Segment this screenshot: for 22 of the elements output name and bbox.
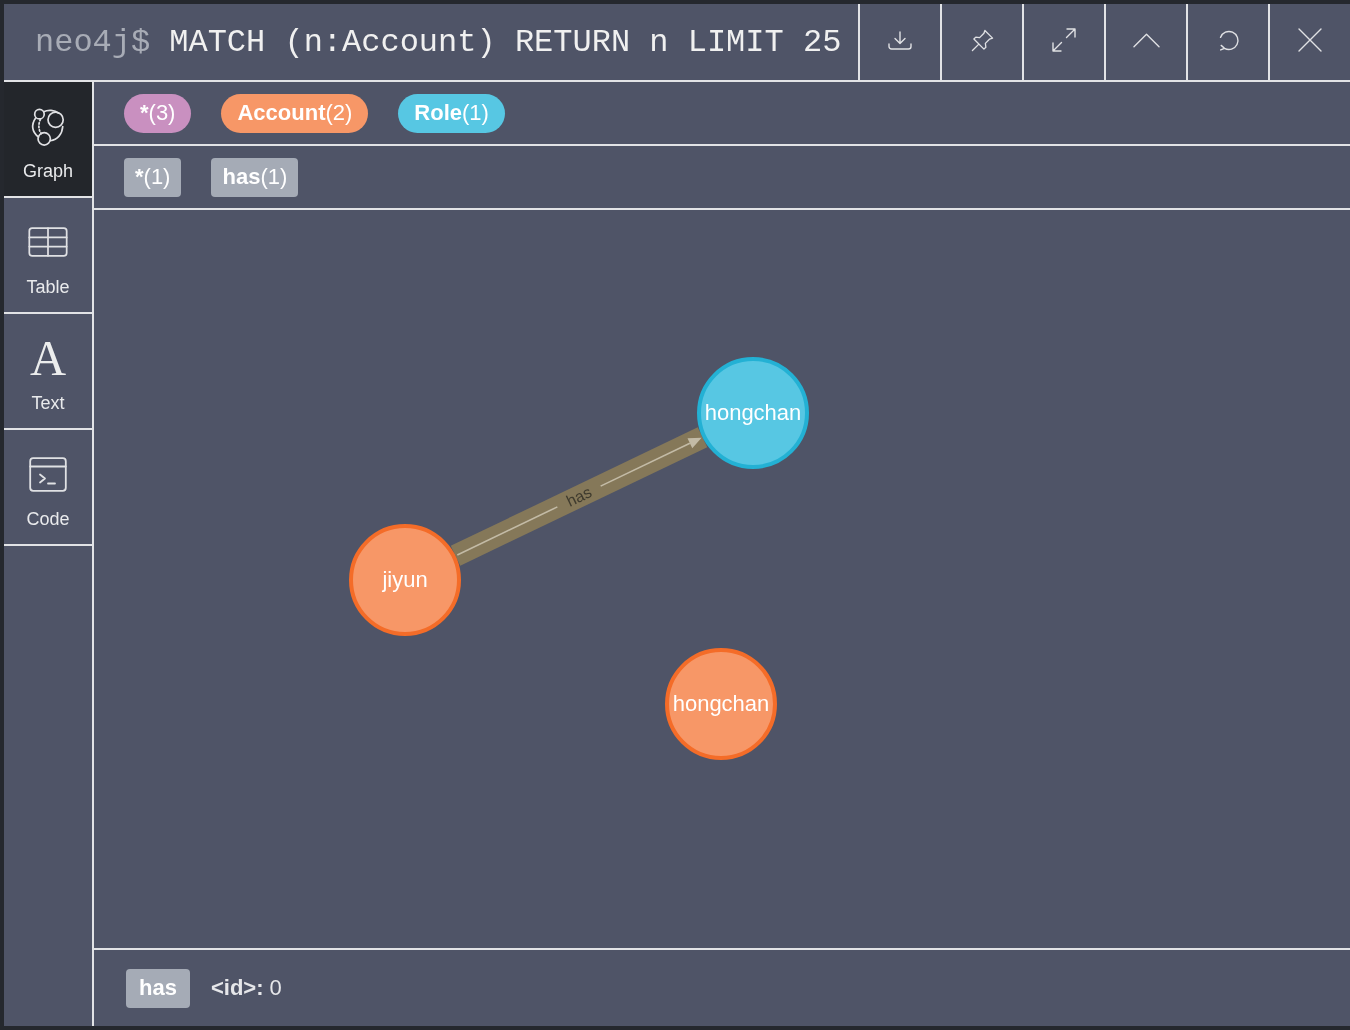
table-icon — [28, 227, 68, 257]
letter-a-icon: A — [29, 336, 67, 380]
relationship-type-tag[interactable]: has(1) — [211, 157, 299, 197]
graph-node[interactable]: hongchan — [665, 648, 777, 760]
graph-node[interactable]: hongchan — [697, 357, 809, 469]
node-label-tag[interactable]: Account(2) — [221, 93, 369, 133]
query-text: MATCH (n:Account) RETURN n LIMIT 25 — [169, 23, 842, 61]
sidebar-tab[interactable]: Graph — [4, 82, 92, 198]
chevron-up-icon — [1132, 32, 1160, 48]
relationship-label: has — [563, 483, 595, 510]
query-prompt: neo4j$ — [35, 23, 151, 61]
code-window-icon — [29, 456, 67, 492]
pushpin-icon — [970, 28, 994, 52]
relationship-type-tag[interactable]: *(1) — [124, 157, 182, 197]
download-icon — [888, 30, 912, 50]
property-text: <id>: 0 — [210, 975, 282, 1001]
node-label-tag[interactable]: Role(1) — [398, 93, 505, 133]
expand-arrows-icon — [1052, 28, 1076, 52]
relationship-type-tag: has — [126, 968, 190, 1008]
graph-node[interactable]: jiyun — [349, 524, 461, 636]
node-label-tag[interactable]: *(3) — [124, 93, 192, 133]
close-icon — [1298, 28, 1322, 52]
